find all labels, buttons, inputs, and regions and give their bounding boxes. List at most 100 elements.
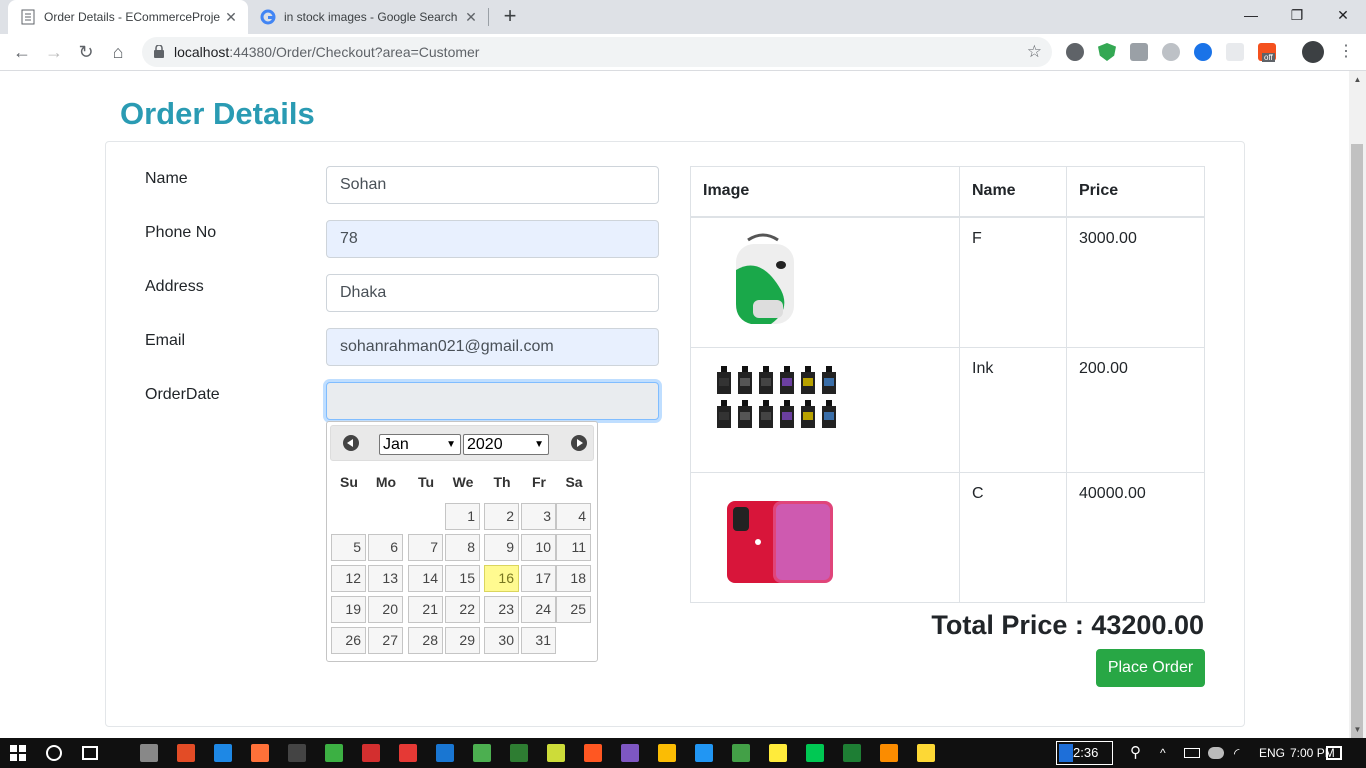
new-tab-button[interactable]: + <box>498 4 522 28</box>
calendar-day[interactable]: 4 <box>556 503 591 530</box>
shield-extension-icon[interactable] <box>1098 43 1116 61</box>
compass-extension-icon[interactable] <box>1162 43 1180 61</box>
windows-start-icon[interactable] <box>10 745 26 761</box>
tab-google-search[interactable]: in stock images - Google Search ✕ <box>250 0 488 34</box>
calendar-day[interactable]: 30 <box>484 627 519 654</box>
calendar-day[interactable]: 22 <box>445 596 480 623</box>
calculator-icon[interactable] <box>140 744 158 762</box>
app-icon[interactable] <box>769 744 787 762</box>
calendar-day[interactable]: 24 <box>521 596 556 623</box>
app-icon[interactable] <box>510 744 528 762</box>
month-select[interactable]: Jan ▼ <box>379 434 461 455</box>
calendar-day[interactable]: 31 <box>521 627 556 654</box>
orderdate-input[interactable] <box>326 382 659 420</box>
calendar-day[interactable]: 12 <box>331 565 366 592</box>
app-icon[interactable] <box>325 744 343 762</box>
battery-icon[interactable] <box>1184 748 1200 758</box>
extension-icon[interactable] <box>1066 43 1084 61</box>
back-arrow-icon[interactable]: ← <box>10 40 34 64</box>
prev-month-icon[interactable] <box>343 435 359 451</box>
calendar-day[interactable]: 7 <box>408 534 443 561</box>
calendar-day[interactable]: 15 <box>445 565 480 592</box>
calendar-day[interactable]: 3 <box>521 503 556 530</box>
calendar-day[interactable]: 13 <box>368 565 403 592</box>
calendar-day[interactable]: 11 <box>556 534 591 561</box>
scroll-thumb[interactable] <box>1351 144 1363 738</box>
tab-order-details[interactable]: Order Details - ECommerceProje ✕ <box>8 0 248 34</box>
people-icon[interactable]: ⚲ <box>1130 738 1141 768</box>
calendar-day[interactable]: 2 <box>484 503 519 530</box>
store-icon[interactable] <box>177 744 195 762</box>
terminal-icon[interactable] <box>288 744 306 762</box>
calendar-day[interactable]: 27 <box>368 627 403 654</box>
timer-box[interactable]: 2:36 <box>1056 741 1113 765</box>
profile-avatar[interactable] <box>1302 41 1324 63</box>
scroll-down-icon[interactable]: ▼ <box>1349 721 1366 738</box>
calendar-day[interactable]: 10 <box>521 534 556 561</box>
calendar-day[interactable]: 8 <box>445 534 480 561</box>
calendar-day[interactable]: 1 <box>445 503 480 530</box>
year-select[interactable]: 2020 ▼ <box>463 434 549 455</box>
notification-icon[interactable] <box>1326 746 1342 760</box>
next-month-icon[interactable] <box>571 435 587 451</box>
restore-button[interactable]: ❐ <box>1274 0 1320 30</box>
calendar-day[interactable]: 17 <box>521 565 556 592</box>
onedrive-icon[interactable] <box>1208 747 1224 759</box>
visual-studio-icon[interactable] <box>621 744 639 762</box>
address-input[interactable] <box>326 274 659 312</box>
xampp-icon[interactable] <box>880 744 898 762</box>
notepad-icon[interactable] <box>547 744 565 762</box>
blank-extension-icon[interactable] <box>1226 43 1244 61</box>
calendar-day-today[interactable]: 16 <box>484 565 519 592</box>
phone-input[interactable] <box>326 220 659 258</box>
bookmark-star-icon[interactable]: ☆ <box>1027 37 1042 67</box>
place-order-button[interactable]: Place Order <box>1096 649 1205 687</box>
app-icon[interactable] <box>436 744 454 762</box>
address-bar[interactable]: localhost:44380/Order/Checkout?area=Cust… <box>142 37 1052 67</box>
app-icon[interactable] <box>362 744 380 762</box>
wifi-icon[interactable]: ◜ <box>1234 738 1239 768</box>
folder-icon[interactable] <box>917 744 935 762</box>
android-icon[interactable] <box>473 744 491 762</box>
search-icon[interactable] <box>46 745 62 761</box>
app-icon[interactable] <box>584 744 602 762</box>
calendar-day[interactable]: 29 <box>445 627 480 654</box>
menu-kebab-icon[interactable]: ⋮ <box>1334 40 1358 64</box>
chrome-icon[interactable] <box>658 744 676 762</box>
firefox-icon[interactable] <box>251 744 269 762</box>
globe-extension-icon[interactable] <box>1194 43 1212 61</box>
app-icon[interactable] <box>806 744 824 762</box>
reload-icon[interactable]: ↻ <box>74 40 98 64</box>
task-view-icon[interactable] <box>82 746 98 760</box>
calendar-day[interactable]: 18 <box>556 565 591 592</box>
off-extension-icon[interactable]: off <box>1258 43 1276 62</box>
calendar-day[interactable]: 14 <box>408 565 443 592</box>
calendar-day[interactable]: 19 <box>331 596 366 623</box>
camera-extension-icon[interactable] <box>1130 43 1148 61</box>
app-icon[interactable] <box>732 744 750 762</box>
window-close-button[interactable]: ✕ <box>1320 0 1366 30</box>
scroll-up-icon[interactable]: ▲ <box>1349 71 1366 88</box>
calendar-day[interactable]: 26 <box>331 627 366 654</box>
close-icon[interactable]: ✕ <box>220 9 242 26</box>
vscode-icon[interactable] <box>695 744 713 762</box>
calendar-day[interactable]: 21 <box>408 596 443 623</box>
calendar-day[interactable]: 9 <box>484 534 519 561</box>
chevron-up-icon[interactable]: ^ <box>1160 738 1166 768</box>
home-icon[interactable]: ⌂ <box>106 40 130 64</box>
minimize-button[interactable]: — <box>1228 0 1274 30</box>
page-scrollbar[interactable]: ▲ ▼ <box>1349 71 1366 738</box>
forward-arrow-icon[interactable]: → <box>42 40 66 64</box>
name-input[interactable] <box>326 166 659 204</box>
calendar-day[interactable]: 23 <box>484 596 519 623</box>
email-input[interactable] <box>326 328 659 366</box>
calendar-day[interactable]: 25 <box>556 596 591 623</box>
language-icon[interactable]: ENG <box>1259 738 1285 768</box>
close-icon[interactable]: ✕ <box>460 9 482 26</box>
calendar-day[interactable]: 28 <box>408 627 443 654</box>
calendar-day[interactable]: 5 <box>331 534 366 561</box>
calendar-day[interactable]: 6 <box>368 534 403 561</box>
excel-icon[interactable] <box>843 744 861 762</box>
calendar-day[interactable]: 20 <box>368 596 403 623</box>
edge-icon[interactable] <box>214 744 232 762</box>
